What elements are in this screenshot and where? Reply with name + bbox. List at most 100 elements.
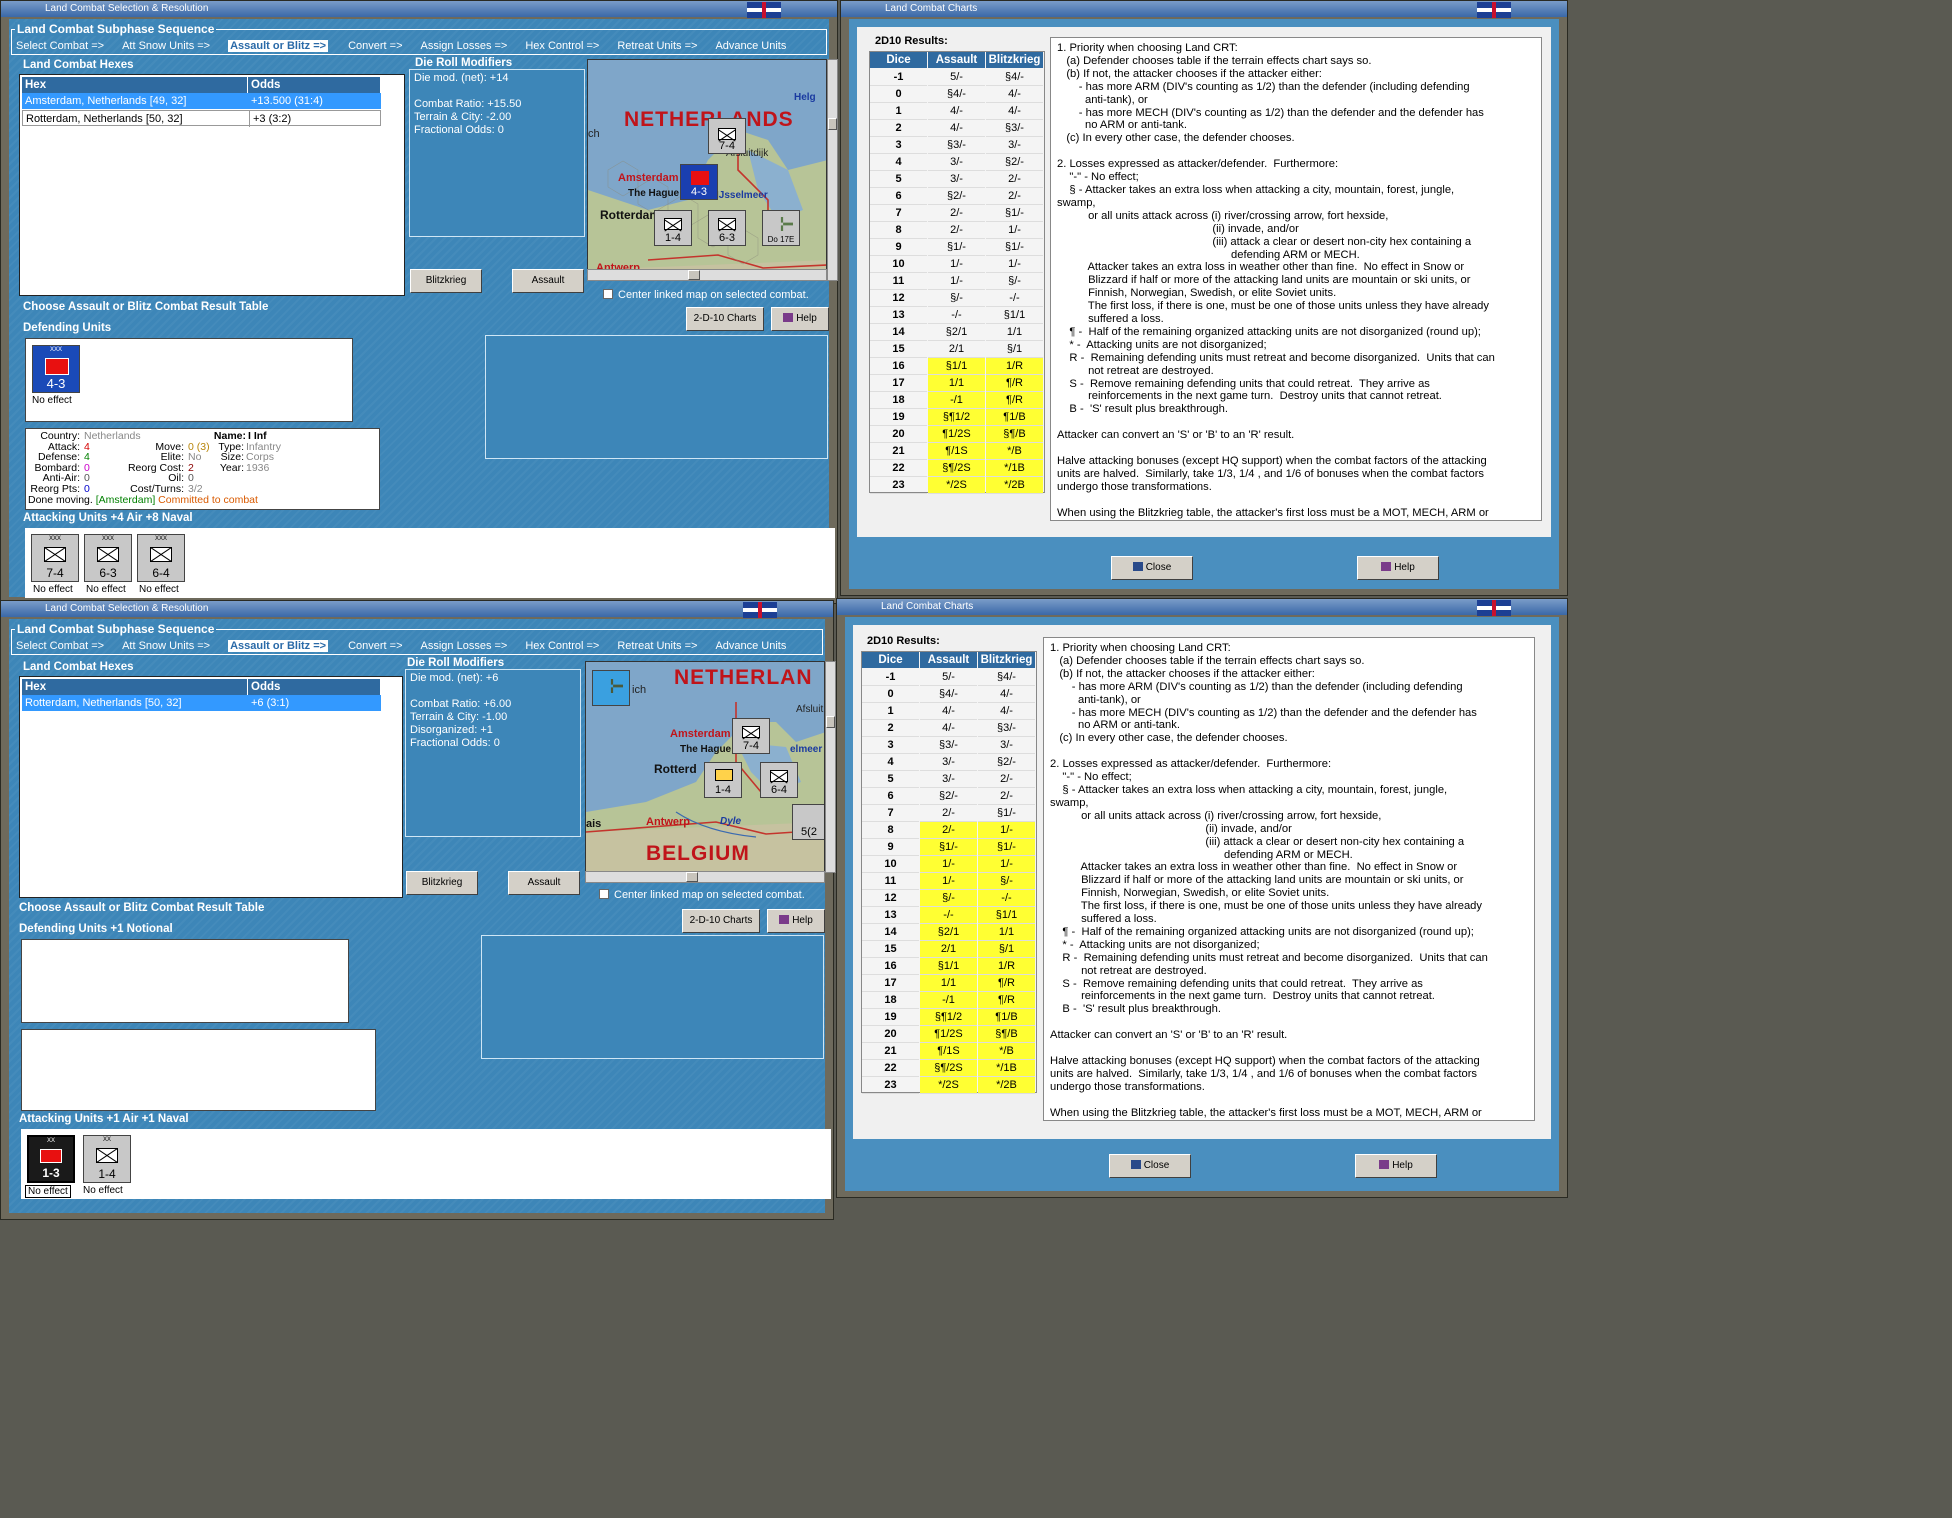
map-unit-counter[interactable]: 6-4	[760, 762, 798, 798]
map-label: ais	[586, 818, 602, 830]
crt-header-blk: Blitzkrieg	[978, 652, 1035, 668]
step-retreat[interactable]: Retreat Units =>	[617, 40, 697, 52]
step-convert[interactable]: Convert =>	[348, 40, 402, 52]
crt-assault-cell: 1/1	[928, 375, 985, 392]
crt-assault-cell: §4/-	[928, 86, 985, 103]
attacking-result: No effect	[25, 1185, 71, 1198]
attacking-unit-counter[interactable]: XXX 6-3	[84, 534, 132, 582]
attacking-unit-counter[interactable]: XX 1-3	[27, 1135, 75, 1183]
window-title: Land Combat Selection & Resolution	[1, 1, 837, 17]
blitzkrieg-button[interactable]: Blitzkrieg	[410, 269, 482, 293]
help-button[interactable]: Help	[767, 909, 825, 933]
crt-dice-cell: 9	[870, 239, 927, 256]
blitzkrieg-button[interactable]: Blitzkrieg	[406, 871, 478, 895]
step-select-combat[interactable]: Select Combat =>	[16, 40, 104, 52]
map-unit-counter[interactable]: 4-3	[680, 164, 718, 200]
help-button[interactable]: Help	[771, 307, 829, 331]
combat-hex-list[interactable]: Hex Odds Rotterdam, Netherlands [50, 32]…	[19, 676, 403, 898]
uk-flag-icon	[1477, 600, 1511, 616]
attacking-unit-counter[interactable]: XX 1-4	[83, 1135, 131, 1183]
map-label-city: Amsterdam	[670, 728, 731, 740]
charts-button[interactable]: 2-D-10 Charts	[682, 909, 760, 933]
close-icon	[1130, 1160, 1141, 1169]
crt-blitz-cell: */1B	[978, 1060, 1035, 1077]
map-label: IJsselmeer	[716, 190, 768, 201]
step-assault-blitz[interactable]: Assault or Blitz =>	[228, 640, 329, 652]
crt-assault-cell: 4/-	[920, 720, 977, 737]
aircraft-counter[interactable]: Do 17E	[762, 210, 800, 246]
attacking-unit-counter[interactable]: XXX 7-4	[31, 534, 79, 582]
step-att-snow[interactable]: Att Snow Units =>	[122, 40, 210, 52]
step-assault-blitz[interactable]: Assault or Blitz =>	[228, 40, 329, 52]
crt-blitz-cell: §1/-	[978, 805, 1035, 822]
step-retreat[interactable]: Retreat Units =>	[617, 640, 697, 652]
crt-dice-cell: 23	[870, 477, 927, 494]
linked-map[interactable]: Helg NETHERLANDS ch Afsluitdijk Amsterda…	[587, 59, 827, 281]
combat-selection-window-top: Land Combat Selection & Resolution Land …	[0, 0, 838, 604]
attacking-unit-counter[interactable]: XXX 6-4	[137, 534, 185, 582]
help-button[interactable]: Help	[1355, 1154, 1437, 1178]
crt-table: Dice Assault Blitzkrieg -1 5/- §4/- 0 §4/- 4/- 1 4…	[861, 651, 1037, 1094]
charts-panel: 2D10 Results: Dice Assault Blitzkrieg -1 5/-…	[849, 19, 1559, 589]
hex-column-header[interactable]: Hex	[22, 77, 248, 93]
charts-button[interactable]: 2-D-10 Charts	[686, 307, 764, 331]
assault-button[interactable]: Assault	[512, 269, 584, 293]
crt-dice-cell: 1	[870, 103, 927, 120]
map-unit-counter[interactable]: 1-4	[654, 210, 692, 246]
map-unit-counter[interactable]: 1-4	[704, 762, 742, 798]
crt-dice-cell: 5	[862, 771, 919, 788]
crt-assault-cell: ¶1/2S	[920, 1026, 977, 1043]
crt-blitz-cell: §2/-	[978, 754, 1035, 771]
help-button[interactable]: Help	[1357, 556, 1439, 580]
odds-column-header[interactable]: Odds	[248, 77, 381, 93]
map-vertical-scrollbar[interactable]	[825, 661, 836, 873]
map-vertical-scrollbar[interactable]	[827, 59, 838, 281]
map-unit-counter[interactable]: 6-3	[708, 210, 746, 246]
map-unit-counter[interactable]: 7-4	[708, 118, 746, 154]
step-advance[interactable]: Advance Units	[715, 40, 786, 52]
crt-assault-cell: */2S	[928, 477, 985, 494]
step-hex-control[interactable]: Hex Control =>	[525, 640, 599, 652]
center-map-checkbox[interactable]: Center linked map on selected combat.	[599, 889, 805, 901]
charts-content: 2D10 Results: Dice Assault Blitzkrieg -1 5/-…	[853, 625, 1551, 1139]
combat-hex-list[interactable]: Hex Odds Amsterdam, Netherlands [49, 32]…	[19, 74, 405, 296]
close-button[interactable]: Close	[1111, 556, 1193, 580]
crt-blitz-cell: 4/-	[978, 703, 1035, 720]
map-unit-counter[interactable]: 7-4	[732, 718, 770, 754]
crt-blitz-cell: -/-	[978, 890, 1035, 907]
hexes-heading: Land Combat Hexes	[23, 661, 134, 673]
hex-column-header[interactable]: Hex	[22, 679, 248, 695]
hex-row[interactable]: Amsterdam, Netherlands [49, 32] +13.500 (…	[22, 93, 381, 109]
step-att-snow[interactable]: Att Snow Units =>	[122, 640, 210, 652]
defending-unit-counter[interactable]: XXX 4-3	[32, 345, 80, 393]
step-hex-control[interactable]: Hex Control =>	[525, 40, 599, 52]
results-heading: 2D10 Results:	[875, 35, 948, 47]
crt-dice-cell: 2	[862, 720, 919, 737]
hex-row[interactable]: Rotterdam, Netherlands [50, 32] +3 (3:2)	[22, 110, 381, 127]
linked-map[interactable]: NETHERLAN ich Afsluit Amsterdam The Hagu…	[585, 661, 825, 873]
help-book-icon	[1381, 562, 1392, 571]
crt-dice-cell: 21	[862, 1043, 919, 1060]
close-button[interactable]: Close	[1109, 1154, 1191, 1178]
center-map-checkbox[interactable]: Center linked map on selected combat.	[603, 289, 809, 301]
odds-column-header[interactable]: Odds	[248, 679, 381, 695]
step-select-combat[interactable]: Select Combat =>	[16, 640, 104, 652]
step-advance[interactable]: Advance Units	[715, 640, 786, 652]
hex-row[interactable]: Rotterdam, Netherlands [50, 32] +6 (3:1)	[22, 695, 381, 711]
crt-blitz-cell: §1/-	[986, 239, 1043, 256]
crt-assault-cell: §2/-	[928, 188, 985, 205]
assault-button[interactable]: Assault	[508, 871, 580, 895]
step-convert[interactable]: Convert =>	[348, 640, 402, 652]
step-assign-losses[interactable]: Assign Losses =>	[421, 40, 508, 52]
die-roll-panel: Die mod. (net): +6 Combat Ratio: +6.00 T…	[405, 669, 581, 837]
crt-blitz-cell: */B	[978, 1043, 1035, 1060]
map-unit-counter[interactable]: 5(2	[792, 804, 824, 840]
crt-dice-cell: 20	[862, 1026, 919, 1043]
help-book-icon	[1379, 1160, 1390, 1169]
crt-dice-cell: 7	[862, 805, 919, 822]
aircraft-counter[interactable]	[592, 670, 630, 706]
map-horizontal-scrollbar[interactable]	[585, 871, 825, 883]
map-horizontal-scrollbar[interactable]	[587, 269, 827, 281]
charts-content: 2D10 Results: Dice Assault Blitzkrieg -1 5/-…	[857, 27, 1551, 537]
step-assign-losses[interactable]: Assign Losses =>	[421, 640, 508, 652]
